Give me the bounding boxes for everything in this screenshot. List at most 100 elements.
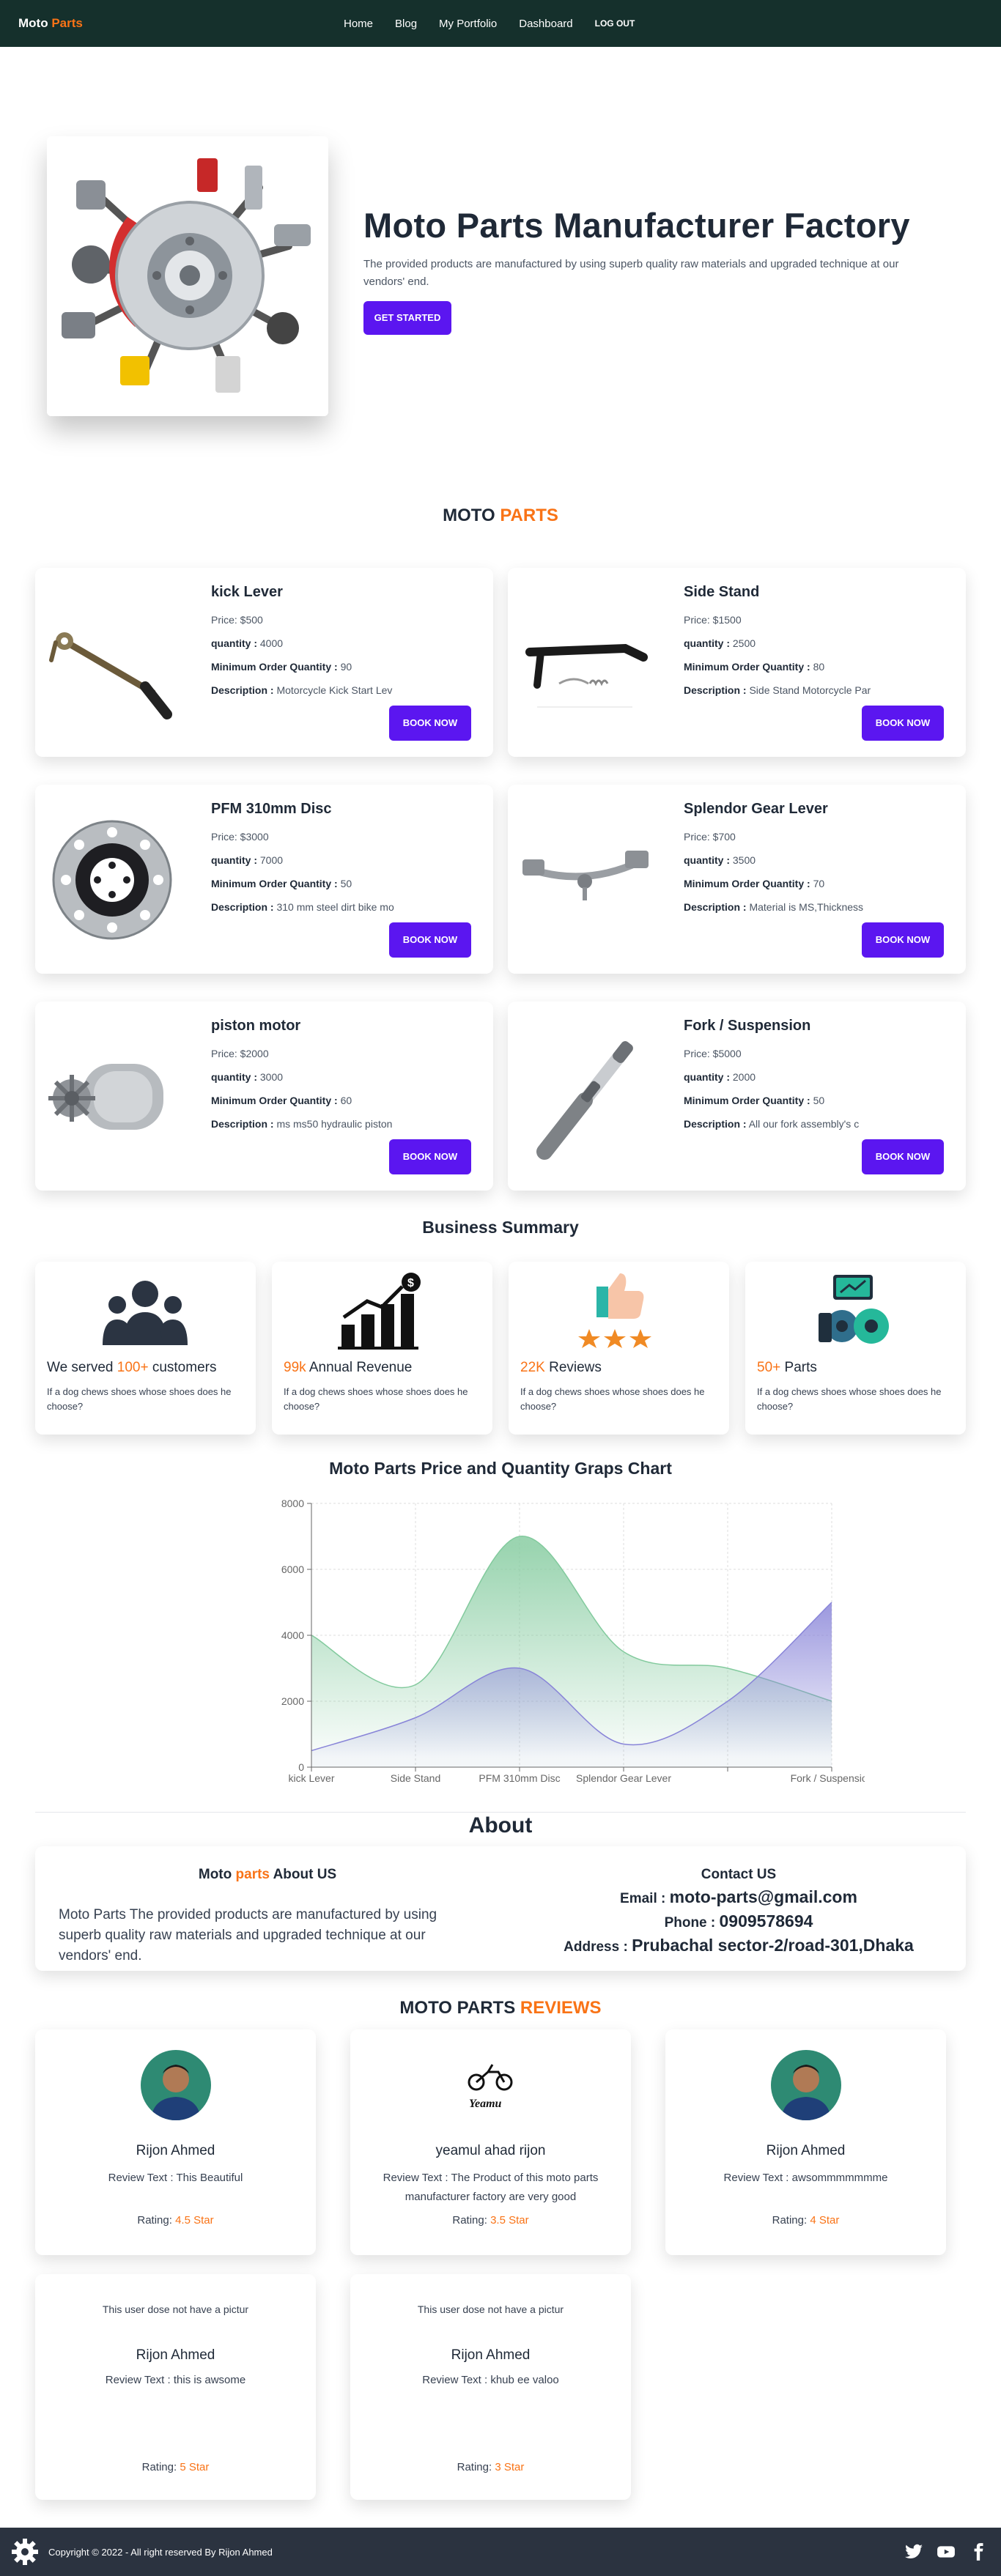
parts-title-accent: PARTS	[500, 506, 558, 525]
review-text: Review Text : The Product of this moto p…	[372, 2169, 609, 2207]
gear-logo-icon	[10, 2537, 40, 2566]
quantity-value: 4000	[259, 637, 284, 649]
part-card: Fork / Suspension Price: $5000 quantity …	[508, 1002, 966, 1191]
review-card: Rijon Ahmed Review Text : awsommmmmmme R…	[665, 2029, 946, 2255]
part-price: Price: $5000	[684, 1048, 742, 1059]
x-tick-label: Splendor Gear Lever	[576, 1772, 671, 1784]
book-now-button[interactable]: BOOK NOW	[389, 706, 471, 741]
phone-label: Phone :	[664, 1915, 716, 1931]
phone-value[interactable]: 0909578694	[720, 1911, 813, 1931]
summary-text: If a dog chews shoes whose shoes does he…	[757, 1386, 942, 1412]
part-moq: Minimum Order Quantity : 60	[211, 1089, 468, 1112]
summary-pre: We served	[47, 1360, 114, 1375]
part-name: Fork / Suspension	[684, 1018, 811, 1034]
x-tick-label: Fork / Suspension	[791, 1772, 865, 1784]
reviewer-name: Rijon Ahmed	[136, 2347, 215, 2363]
part-info: kick Lever Price: $500 quantity : 4000 M…	[211, 584, 468, 702]
reviewer-name: Rijon Ahmed	[766, 2143, 846, 2158]
nav-my-portfolio[interactable]: My Portfolio	[439, 18, 497, 30]
book-now-button[interactable]: BOOK NOW	[862, 706, 944, 741]
revenue-icon: $	[338, 1272, 426, 1352]
nav-home[interactable]: Home	[344, 18, 373, 30]
nav-dashboard[interactable]: Dashboard	[519, 18, 572, 30]
quantity-value: 2000	[732, 1071, 756, 1083]
quantity-label: quantity :	[684, 854, 730, 866]
about-us: Moto parts About US Moto Parts The provi…	[59, 1867, 476, 1966]
rating-value: 5 Star	[180, 2461, 210, 2473]
facebook-icon[interactable]	[969, 2542, 988, 2561]
moq-label: Minimum Order Quantity :	[211, 661, 338, 673]
y-tick-label: 6000	[281, 1563, 304, 1575]
hero-text: Moto Parts Manufacturer Factory The prov…	[363, 205, 935, 335]
x-tick-label: kick Lever	[288, 1772, 334, 1784]
description-label: Description :	[684, 684, 747, 696]
moq-label: Minimum Order Quantity :	[684, 1095, 810, 1106]
summary-card: 22K Reviews If a dog chews shoes whose s…	[509, 1262, 729, 1435]
about-heading-accent: parts	[235, 1867, 270, 1882]
review-body: awsommmmmmme	[791, 2172, 888, 2184]
brand-logo[interactable]: Moto Parts	[18, 16, 83, 31]
description-label: Description :	[684, 1118, 747, 1130]
book-now-button[interactable]: BOOK NOW	[862, 1139, 944, 1174]
summary-text: If a dog chews shoes whose shoes does he…	[284, 1386, 468, 1412]
book-now-button[interactable]: BOOK NOW	[389, 922, 471, 958]
parts-title-main: MOTO	[443, 506, 495, 525]
part-price: Price: $2000	[211, 1048, 269, 1059]
rating-value: 4 Star	[810, 2214, 840, 2227]
part-name: Splendor Gear Lever	[684, 801, 828, 817]
business-summary-grid: We served 100+ customers If a dog chews …	[35, 1262, 966, 1435]
quantity-label: quantity :	[211, 637, 257, 649]
part-description: Description : ms ms50 hydraulic piston	[211, 1112, 468, 1136]
moq-value: 50	[813, 1095, 825, 1106]
book-now-button[interactable]: BOOK NOW	[862, 922, 944, 958]
side-stand-image	[515, 597, 654, 729]
rating-value: 3 Star	[495, 2461, 525, 2473]
email-value[interactable]: moto-parts@gmail.com	[670, 1887, 857, 1906]
chart-svg: 0 2000 4000 6000 8000 kick Lever Side Stand PFM…	[281, 1498, 873, 1784]
part-quantity: quantity : 7000	[211, 848, 468, 872]
description-label: Description :	[211, 1118, 274, 1130]
y-tick-label: 0	[298, 1761, 304, 1773]
brand-accent: Parts	[51, 16, 83, 30]
description-value: Material is MS,Thickness	[749, 901, 864, 913]
logout-button[interactable]: LOG OUT	[595, 18, 635, 29]
review-text: Review Text : khub ee valoo	[372, 2371, 609, 2390]
summary-number: 99k	[284, 1360, 306, 1375]
reviews-grid: Rijon Ahmed Review Text : This Beautiful…	[35, 2029, 966, 2500]
parts-section-title: MOTO PARTS	[0, 506, 1001, 526]
reviews-title-accent: REVIEWS	[520, 1998, 602, 2018]
rating-value: 4.5 Star	[175, 2214, 214, 2227]
description-value: Side Stand Motorcycle Par	[749, 684, 871, 696]
fork-suspension-image	[515, 1031, 654, 1163]
moq-label: Minimum Order Quantity :	[684, 878, 810, 889]
get-started-button[interactable]: GET STARTED	[363, 301, 451, 335]
review-rating: Rating: 3 Star	[350, 2461, 631, 2473]
quantity-value: 2500	[732, 637, 756, 649]
quantity-label: quantity :	[211, 854, 257, 866]
price-quantity-chart: 0 2000 4000 6000 8000 kick Lever Side Stand PFM…	[271, 1495, 873, 1788]
twitter-icon[interactable]	[904, 2542, 923, 2561]
youtube-icon[interactable]	[937, 2542, 956, 2561]
svg-text:Yeamu: Yeamu	[469, 2098, 502, 2110]
summary-post: customers	[152, 1360, 217, 1375]
review-body: khub ee valoo	[490, 2374, 559, 2386]
part-description: Description : Motorcycle Kick Start Lev	[211, 678, 468, 702]
disc-image	[43, 814, 182, 946]
part-price: Price: $500	[211, 614, 263, 626]
rating-value: 3.5 Star	[490, 2214, 529, 2227]
review-body: This Beautiful	[176, 2172, 243, 2184]
nav-blog[interactable]: Blog	[395, 18, 417, 30]
review-body: this is awsome	[173, 2374, 246, 2386]
chart-title: Moto Parts Price and Quantity Graps Char…	[329, 1459, 672, 1478]
description-value: Motorcycle Kick Start Lev	[276, 684, 393, 696]
summary-number: 22K	[520, 1360, 545, 1375]
x-tick-label: Side Stand	[391, 1772, 441, 1784]
book-now-button[interactable]: BOOK NOW	[389, 1139, 471, 1174]
yeamu-logo-avatar: Yeamu	[456, 2050, 526, 2120]
contact-us: Contact US Email : moto-parts@gmail.com …	[548, 1867, 929, 1958]
part-quantity: quantity : 2500	[684, 632, 940, 655]
y-tick-label: 2000	[281, 1695, 304, 1707]
rating-prefix: Rating:	[141, 2461, 177, 2473]
quantity-label: quantity :	[211, 1071, 257, 1083]
part-moq: Minimum Order Quantity : 50	[211, 872, 468, 895]
